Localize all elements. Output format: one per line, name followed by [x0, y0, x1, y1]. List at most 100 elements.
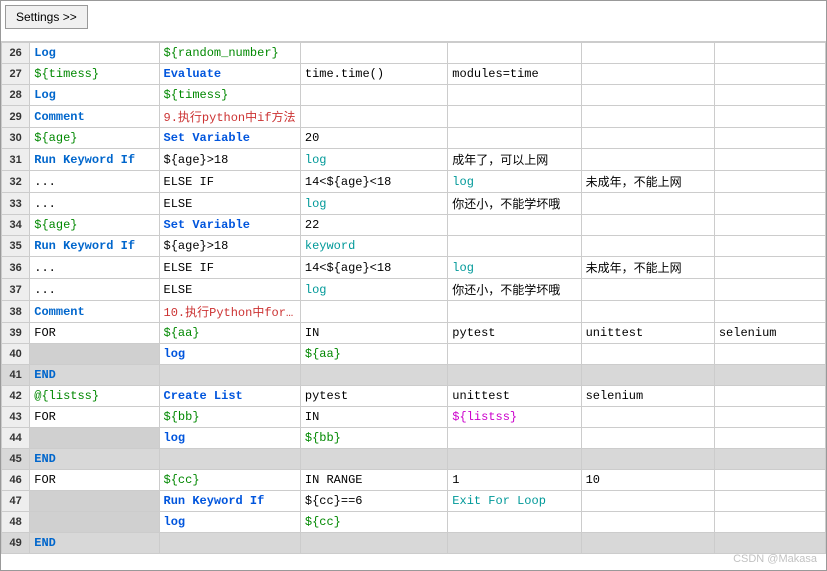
grid-cell[interactable] — [581, 43, 714, 64]
grid-cell[interactable]: selenium — [581, 386, 714, 407]
grid-cell[interactable]: 22 — [300, 215, 447, 236]
grid-cell[interactable] — [448, 301, 581, 323]
grid-cell[interactable]: log — [159, 344, 300, 365]
grid-cell[interactable] — [448, 533, 581, 554]
grid-cell[interactable]: ${timess} — [30, 64, 159, 85]
grid-cell[interactable]: ELSE IF — [159, 171, 300, 193]
grid-cell[interactable] — [448, 43, 581, 64]
table-row[interactable]: 27${timess}Evaluatetime.time()modules=ti… — [2, 64, 826, 85]
table-row[interactable]: 29Comment9.执行python中if方法 — [2, 106, 826, 128]
grid-cell[interactable]: ${bb} — [300, 428, 447, 449]
grid-cell[interactable]: ${cc}==6 — [300, 491, 447, 512]
grid-cell[interactable]: Run Keyword If — [30, 149, 159, 171]
grid-cell[interactable] — [581, 365, 714, 386]
grid-cell[interactable]: Evaluate — [159, 64, 300, 85]
grid-cell[interactable] — [714, 491, 825, 512]
grid-cell[interactable]: ELSE IF — [159, 257, 300, 279]
grid-cell[interactable] — [714, 428, 825, 449]
grid-cell[interactable] — [448, 428, 581, 449]
grid-cell[interactable]: IN — [300, 407, 447, 428]
table-row[interactable]: 32...ELSE IF14<${age}<18log未成年，不能上网 — [2, 171, 826, 193]
grid-cell[interactable] — [448, 128, 581, 149]
grid-cell[interactable]: Log — [30, 43, 159, 64]
grid-cell[interactable]: ${age}>18 — [159, 149, 300, 171]
grid-cell[interactable]: ${cc} — [300, 512, 447, 533]
grid-cell[interactable]: Run Keyword If — [159, 491, 300, 512]
grid-cell[interactable]: 10.执行Python中for循环 — [159, 301, 300, 323]
grid-cell[interactable] — [448, 85, 581, 106]
grid-cell[interactable]: ${random_number} — [159, 43, 300, 64]
grid-cell[interactable]: unittest — [448, 386, 581, 407]
grid-cell[interactable]: 成年了，可以上网 — [448, 149, 581, 171]
grid-cell[interactable] — [714, 171, 825, 193]
grid-cell[interactable]: pytest — [448, 323, 581, 344]
table-row[interactable]: 28Log${timess} — [2, 85, 826, 106]
grid-cell[interactable]: ELSE — [159, 279, 300, 301]
grid-cell[interactable] — [581, 407, 714, 428]
grid-cell[interactable] — [714, 365, 825, 386]
settings-button[interactable]: Settings >> — [5, 5, 88, 29]
table-row[interactable]: 37...ELSElog你还小，不能学坏哦 — [2, 279, 826, 301]
grid-cell[interactable] — [581, 449, 714, 470]
grid-cell[interactable] — [714, 533, 825, 554]
grid-cell[interactable]: FOR — [30, 323, 159, 344]
grid-cell[interactable]: ${aa} — [159, 323, 300, 344]
table-row[interactable]: 46FOR${cc}IN RANGE110 — [2, 470, 826, 491]
grid-cell[interactable]: Set Variable — [159, 128, 300, 149]
grid-cell[interactable]: ... — [30, 193, 159, 215]
grid-cell[interactable] — [714, 236, 825, 257]
grid-cell[interactable] — [581, 301, 714, 323]
table-row[interactable]: 44log${bb} — [2, 428, 826, 449]
grid-cell[interactable] — [714, 279, 825, 301]
table-row[interactable]: 45END — [2, 449, 826, 470]
grid-cell[interactable]: pytest — [300, 386, 447, 407]
grid-cell[interactable] — [714, 386, 825, 407]
grid-cell[interactable] — [581, 491, 714, 512]
grid-cell[interactable]: keyword — [300, 236, 447, 257]
grid-cell[interactable]: ${bb} — [159, 407, 300, 428]
grid-cell[interactable]: @{listss} — [30, 386, 159, 407]
table-row[interactable]: 35Run Keyword If${age}>18keyword — [2, 236, 826, 257]
grid-cell[interactable] — [714, 449, 825, 470]
grid-cell[interactable]: 你还小，不能学坏哦 — [448, 193, 581, 215]
grid-cell[interactable] — [714, 43, 825, 64]
grid-cell[interactable]: ${listss} — [448, 407, 581, 428]
grid-cell[interactable]: 1 — [448, 470, 581, 491]
grid-cell[interactable] — [159, 365, 300, 386]
grid-cell[interactable] — [159, 533, 300, 554]
grid-cell[interactable]: Run Keyword If — [30, 236, 159, 257]
grid-cell[interactable]: 20 — [300, 128, 447, 149]
grid-cell[interactable] — [714, 106, 825, 128]
grid-cell[interactable]: 未成年，不能上网 — [581, 171, 714, 193]
table-row[interactable]: 43FOR${bb}IN${listss} — [2, 407, 826, 428]
grid-cell[interactable] — [581, 533, 714, 554]
table-row[interactable]: 48log${cc} — [2, 512, 826, 533]
grid-cell[interactable] — [581, 215, 714, 236]
steps-table[interactable]: 26Log${random_number}27${timess}Evaluate… — [1, 42, 826, 554]
grid-cell[interactable] — [581, 106, 714, 128]
grid-cell[interactable] — [30, 491, 159, 512]
grid-cell[interactable] — [714, 407, 825, 428]
grid-cell[interactable] — [714, 301, 825, 323]
table-row[interactable]: 40log${aa} — [2, 344, 826, 365]
grid-cell[interactable]: END — [30, 449, 159, 470]
grid-cell[interactable]: 9.执行python中if方法 — [159, 106, 300, 128]
grid-cell[interactable]: ${age} — [30, 128, 159, 149]
grid-cell[interactable] — [448, 344, 581, 365]
grid-cell[interactable] — [714, 149, 825, 171]
grid-cell[interactable]: selenium — [714, 323, 825, 344]
grid-cell[interactable] — [714, 215, 825, 236]
grid-cell[interactable] — [714, 64, 825, 85]
grid-cell[interactable]: ... — [30, 171, 159, 193]
grid-cell[interactable] — [448, 106, 581, 128]
grid-cell[interactable]: time.time() — [300, 64, 447, 85]
grid-cell[interactable]: IN RANGE — [300, 470, 447, 491]
table-row[interactable]: 41END — [2, 365, 826, 386]
grid-cell[interactable]: ... — [30, 279, 159, 301]
table-row[interactable]: 47Run Keyword If${cc}==6Exit For Loop — [2, 491, 826, 512]
table-row[interactable]: 36...ELSE IF14<${age}<18log未成年，不能上网 — [2, 257, 826, 279]
table-row[interactable]: 34${age}Set Variable22 — [2, 215, 826, 236]
grid-cell[interactable]: 10 — [581, 470, 714, 491]
grid-cell[interactable] — [448, 449, 581, 470]
grid-cell[interactable]: 14<${age}<18 — [300, 171, 447, 193]
